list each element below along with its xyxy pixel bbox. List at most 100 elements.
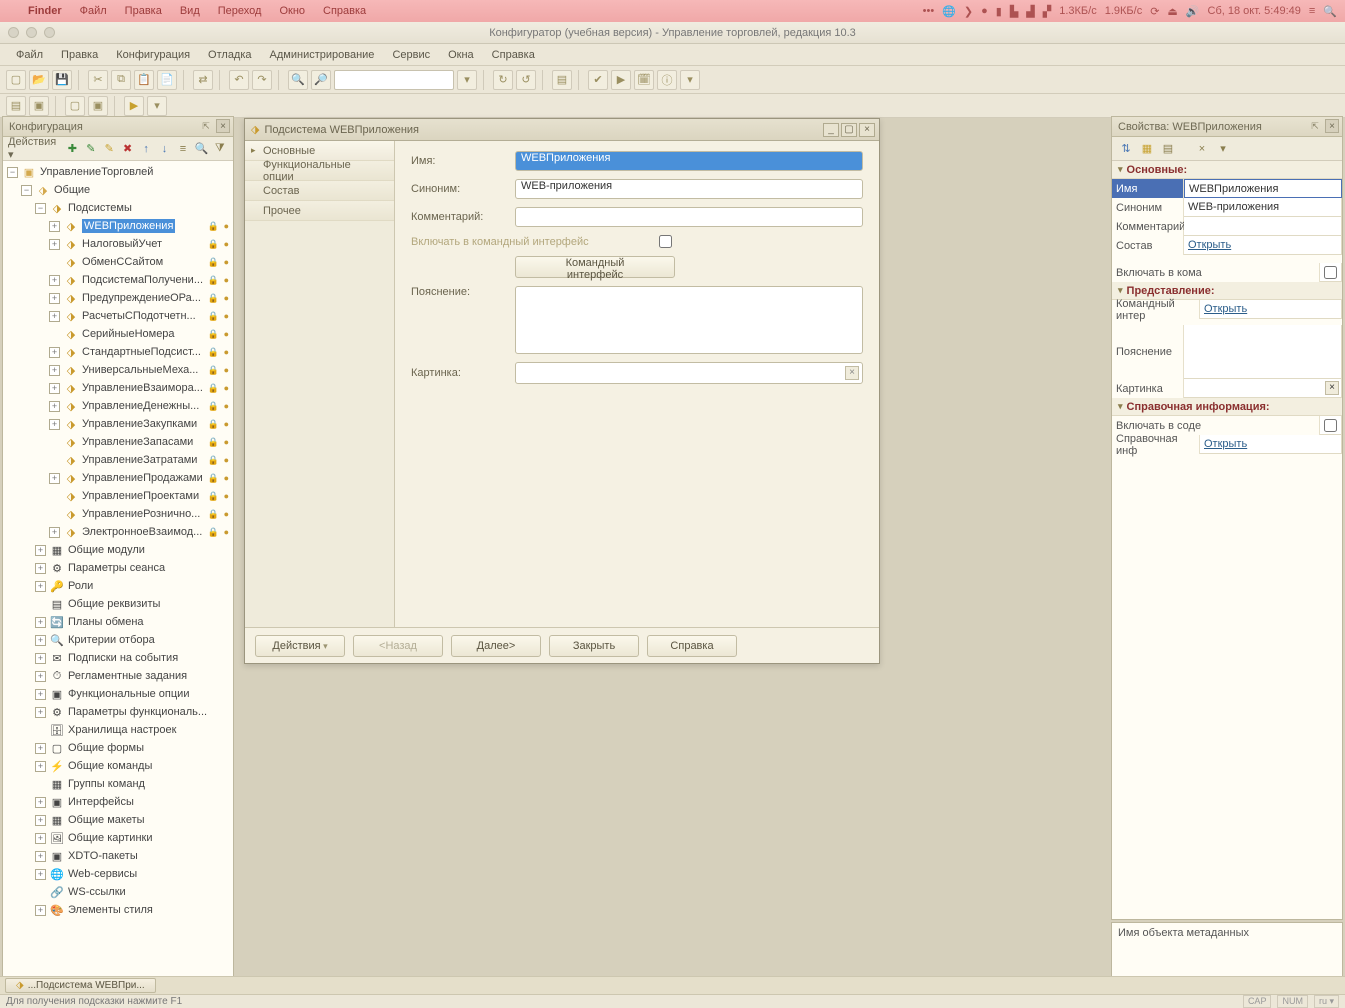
menu-admin[interactable]: Администрирование bbox=[262, 47, 383, 63]
clear-picture-icon[interactable]: × bbox=[845, 366, 859, 380]
tree-row[interactable]: +⬗ЭлектронноеВзаимод...🔒● bbox=[3, 523, 233, 541]
tb-dd2-icon[interactable]: ▾ bbox=[680, 70, 700, 90]
props-clear-icon[interactable]: × bbox=[1193, 140, 1211, 158]
input-picture[interactable]: × bbox=[515, 362, 863, 384]
tb-copy-icon[interactable]: ⧉ bbox=[111, 70, 131, 90]
tree-expander-icon[interactable]: + bbox=[35, 545, 46, 556]
tray-datetime[interactable]: Сб, 18 окт. 5:49:49 bbox=[1208, 5, 1301, 17]
tb-undo-icon[interactable]: ↶ bbox=[229, 70, 249, 90]
tree-expander-icon[interactable]: + bbox=[35, 581, 46, 592]
tree-expander-icon[interactable]: + bbox=[35, 905, 46, 916]
tb-module-icon[interactable]: ▤ bbox=[552, 70, 572, 90]
panel-close-icon[interactable]: × bbox=[216, 119, 230, 133]
tree-row[interactable]: +🌐Web-сервисы bbox=[3, 865, 233, 883]
tree-expander-icon[interactable]: − bbox=[21, 185, 32, 196]
tray-eject-icon[interactable]: ⏏ bbox=[1167, 5, 1177, 18]
macos-menu-go[interactable]: Переход bbox=[218, 5, 262, 17]
menu-config[interactable]: Конфигурация bbox=[108, 47, 198, 63]
prop-include-cmd-checkbox[interactable] bbox=[1324, 266, 1337, 279]
tray-dots-icon[interactable]: ••• bbox=[923, 5, 935, 17]
tb-new-icon[interactable]: ▢ bbox=[6, 70, 26, 90]
menu-service[interactable]: Сервис bbox=[384, 47, 438, 63]
macos-menu-help[interactable]: Справка bbox=[323, 5, 366, 17]
prop-explanation[interactable]: Пояснение bbox=[1112, 325, 1342, 379]
tray-chart2-icon[interactable]: ▟ bbox=[1026, 5, 1034, 18]
tree-expander-icon[interactable]: + bbox=[35, 563, 46, 574]
editor-close-icon[interactable]: × bbox=[859, 123, 875, 137]
props-pin-icon[interactable]: ⇱ bbox=[1308, 119, 1322, 133]
tree-expander-icon[interactable]: + bbox=[49, 293, 60, 304]
traffic-close-icon[interactable] bbox=[8, 27, 19, 38]
checkbox-include-cmd[interactable] bbox=[659, 235, 672, 248]
prop-composition[interactable]: СоставОткрыть bbox=[1112, 236, 1342, 255]
btn-command-interface[interactable]: Командный интерфейс bbox=[515, 256, 675, 278]
input-name[interactable]: WEBПриложения bbox=[515, 151, 863, 171]
tree-expander-icon[interactable]: + bbox=[49, 419, 60, 430]
tree-row[interactable]: +⚙Параметры сеанса bbox=[3, 559, 233, 577]
tree-row[interactable]: +⬗УправлениеЗакупками🔒● bbox=[3, 415, 233, 433]
traffic-min-icon[interactable] bbox=[26, 27, 37, 38]
task-tab-subsystem[interactable]: ⬗ ...Подсистема WEBПри... bbox=[5, 978, 156, 993]
tb-syntax-icon[interactable]: ✔ bbox=[588, 70, 608, 90]
tree-row[interactable]: +🔍Критерии отбора bbox=[3, 631, 233, 649]
tree-row[interactable]: ⬗УправлениеРознично...🔒● bbox=[3, 505, 233, 523]
tree-row[interactable]: +✉Подписки на события bbox=[3, 649, 233, 667]
tree-expander-icon[interactable]: + bbox=[49, 527, 60, 538]
tb-find2-icon[interactable]: 🔎 bbox=[311, 70, 331, 90]
tray-sync-icon[interactable]: ⟳ bbox=[1150, 5, 1159, 18]
tree-row[interactable]: −⬗Подсистемы bbox=[3, 199, 233, 217]
tb2-win1-icon[interactable]: ▢ bbox=[65, 96, 85, 116]
prop-comment[interactable]: Комментарий bbox=[1112, 217, 1342, 236]
tb-open-icon[interactable]: 📂 bbox=[29, 70, 49, 90]
tree-expander-icon[interactable]: + bbox=[49, 401, 60, 412]
tree-sort-icon[interactable]: ≡ bbox=[175, 140, 191, 158]
tree-expander-icon[interactable]: + bbox=[35, 617, 46, 628]
tree-expander-icon[interactable]: + bbox=[49, 383, 60, 394]
tree-wand-icon[interactable]: ✎ bbox=[83, 140, 99, 158]
tree-row[interactable]: +⬗ПодсистемаПолучени...🔒● bbox=[3, 271, 233, 289]
menu-help[interactable]: Справка bbox=[484, 47, 543, 63]
tree-expander-icon[interactable]: − bbox=[35, 203, 46, 214]
tray-arrow-icon[interactable]: ❯ bbox=[964, 5, 973, 18]
tree-row[interactable]: +⬗ПредупреждениеОРа...🔒● bbox=[3, 289, 233, 307]
tree-row[interactable]: +⬗WEBПриложения🔒● bbox=[3, 217, 233, 235]
tree-expander-icon[interactable]: − bbox=[7, 167, 18, 178]
menu-file[interactable]: Файл bbox=[8, 47, 51, 63]
tree-row[interactable]: +🔑Роли bbox=[3, 577, 233, 595]
menu-debug[interactable]: Отладка bbox=[200, 47, 259, 63]
tb-save-icon[interactable]: 💾 bbox=[52, 70, 72, 90]
tree-row[interactable]: ▤Общие реквизиты bbox=[3, 595, 233, 613]
tree-row[interactable]: −▣УправлениеТорговлей bbox=[3, 163, 233, 181]
pg-main[interactable]: Основные: bbox=[1112, 161, 1342, 179]
tree-expander-icon[interactable]: + bbox=[49, 275, 60, 286]
tree-expander-icon[interactable]: + bbox=[49, 311, 60, 322]
tb-refresh2-icon[interactable]: ↺ bbox=[516, 70, 536, 90]
tree-expander-icon[interactable]: + bbox=[35, 833, 46, 844]
tree-row[interactable]: +⬗РасчетыСПодотчетн...🔒● bbox=[3, 307, 233, 325]
tree-add-icon[interactable]: ✚ bbox=[64, 140, 80, 158]
tree-row[interactable]: +▦Общие макеты bbox=[3, 811, 233, 829]
nav-other[interactable]: Прочее bbox=[245, 201, 394, 221]
prop-pic-clear-icon[interactable]: × bbox=[1325, 381, 1339, 395]
tb-refresh-icon[interactable]: ↻ bbox=[493, 70, 513, 90]
tray-volume-icon[interactable]: 🔊 bbox=[1186, 5, 1200, 18]
tb-search-field[interactable] bbox=[334, 70, 454, 90]
tree-row[interactable]: +▦Общие модули bbox=[3, 541, 233, 559]
tree-row[interactable]: +⬗СтандартныеПодсист...🔒● bbox=[3, 343, 233, 361]
editor-titlebar[interactable]: ⬗ Подсистема WEBПриложения _ ▢ × bbox=[245, 119, 879, 141]
tree-filter-icon[interactable]: ⧩ bbox=[212, 140, 228, 158]
nav-composition[interactable]: Состав bbox=[245, 181, 394, 201]
tree-expander-icon[interactable]: + bbox=[35, 869, 46, 880]
tree-row[interactable]: +🎨Элементы стиля bbox=[3, 901, 233, 919]
tb-calendar-icon[interactable]: 🗓 bbox=[634, 70, 654, 90]
prop-synonym[interactable]: СинонимWEB-приложения bbox=[1112, 198, 1342, 217]
tree-expander-icon[interactable]: + bbox=[35, 653, 46, 664]
actions-dropdown[interactable]: Действия ▾ bbox=[8, 136, 59, 161]
tree-edit-icon[interactable]: ✎ bbox=[101, 140, 117, 158]
input-synonym[interactable]: WEB-приложения bbox=[515, 179, 863, 199]
prop-help-info[interactable]: Справочная инфОткрыть bbox=[1112, 435, 1342, 454]
tree-row[interactable]: +⚙Параметры функциональ... bbox=[3, 703, 233, 721]
props-cat-icon[interactable]: ▦ bbox=[1138, 140, 1156, 158]
tree-expander-icon[interactable]: + bbox=[49, 473, 60, 484]
prop-name[interactable]: ИмяWEBПриложения bbox=[1112, 179, 1342, 198]
